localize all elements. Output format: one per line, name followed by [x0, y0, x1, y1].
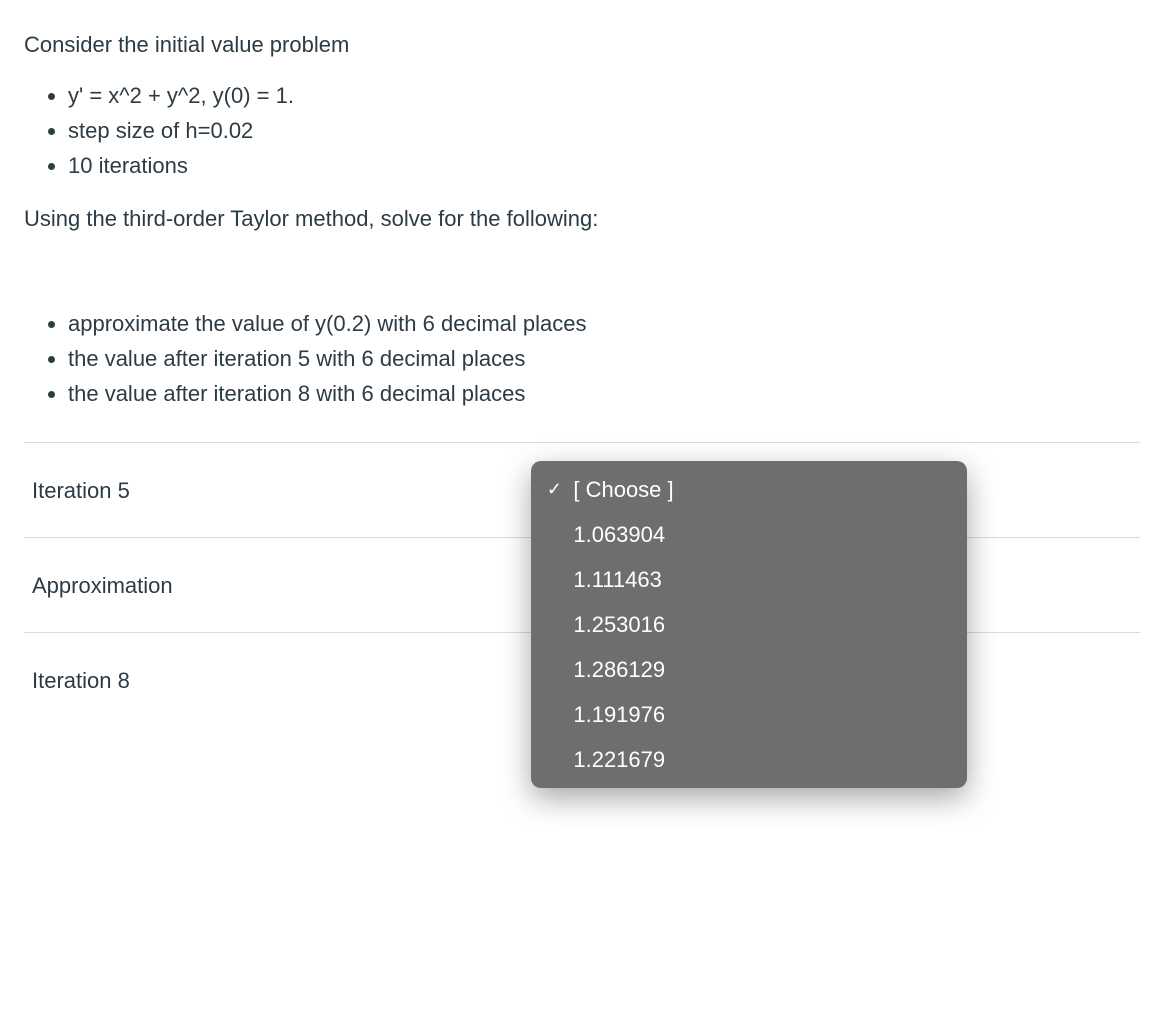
method-instruction: Using the third-order Taylor method, sol…: [24, 202, 1140, 235]
match-label: Iteration 5: [24, 474, 537, 507]
dropdown-popup[interactable]: ✓ [ Choose ] 1.063904 1.111463 1.253016: [531, 461, 967, 788]
task-item: the value after iteration 8 with 6 decim…: [68, 377, 1140, 410]
task-item: the value after iteration 5 with 6 decim…: [68, 342, 1140, 375]
intro-text: Consider the initial value problem: [24, 32, 349, 57]
task-item: approximate the value of y(0.2) with 6 d…: [68, 307, 1140, 340]
given-item: step size of h=0.02: [68, 114, 1140, 147]
dropdown-option[interactable]: 1.221679: [531, 737, 967, 782]
dropdown-option-label: 1.253016: [565, 608, 665, 641]
dropdown-option-label: 1.063904: [565, 518, 665, 551]
dropdown-option-label: 1.221679: [565, 743, 665, 776]
dropdown-option-label: 1.111463: [565, 563, 662, 596]
dropdown-option[interactable]: 1.111463: [531, 557, 967, 602]
dropdown-option[interactable]: 1.191976: [531, 692, 967, 737]
dropdown-option-label: [ Choose ]: [565, 473, 673, 506]
dropdown-option[interactable]: 1.286129: [531, 647, 967, 692]
match-label: Approximation: [24, 569, 537, 602]
given-list: y' = x^2 + y^2, y(0) = 1. step size of h…: [24, 79, 1140, 182]
match-label: Iteration 8: [24, 664, 537, 697]
checkmark-icon: ✓: [543, 476, 565, 503]
given-item: 10 iterations: [68, 149, 1140, 182]
dropdown-option-label: 1.191976: [565, 698, 665, 731]
dropdown-option-label: 1.286129: [565, 653, 665, 686]
dropdown-option[interactable]: 1.253016: [531, 602, 967, 647]
match-dropdown-container: ✓ [ Choose ] 1.063904 1.111463 1.253016: [537, 467, 1140, 513]
question-intro: Consider the initial value problem: [24, 28, 1140, 61]
matching-area: Iteration 5 ✓ [ Choose ] 1.063904: [24, 442, 1140, 727]
given-item: y' = x^2 + y^2, y(0) = 1.: [68, 79, 1140, 112]
dropdown-option[interactable]: 1.063904: [531, 512, 967, 557]
dropdown-option-choose[interactable]: ✓ [ Choose ]: [531, 467, 967, 512]
task-list: approximate the value of y(0.2) with 6 d…: [24, 307, 1140, 410]
match-row-iteration-5: Iteration 5 ✓ [ Choose ] 1.063904: [24, 442, 1140, 537]
